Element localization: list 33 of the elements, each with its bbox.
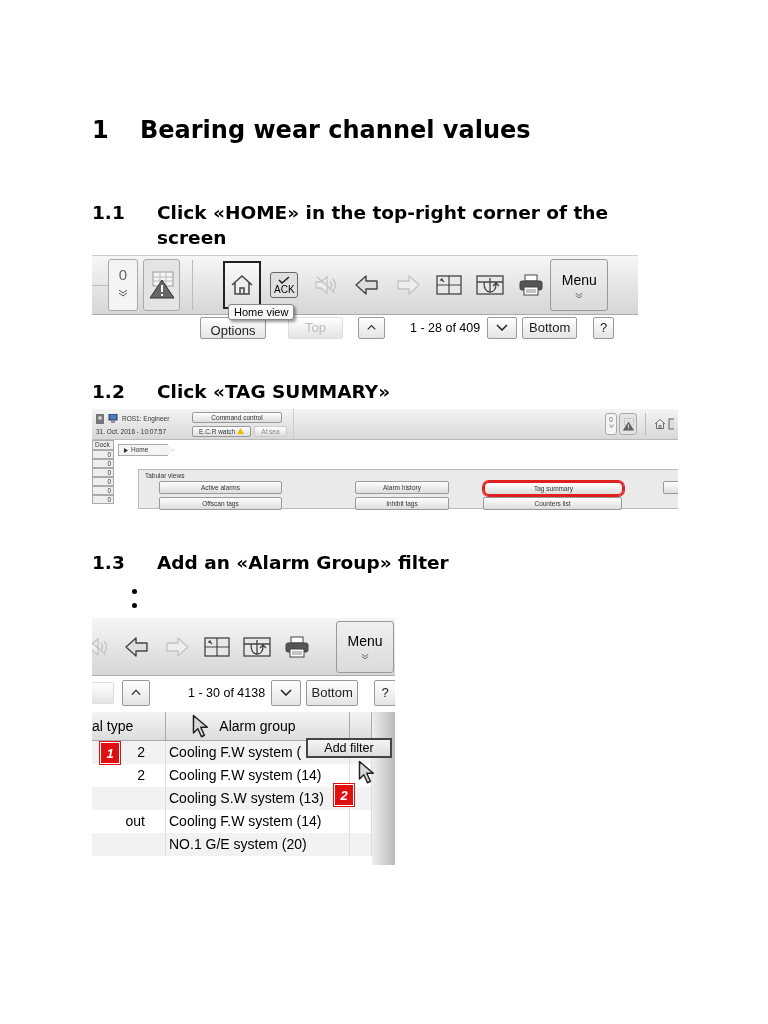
options-dropdown[interactable]: Options bbox=[200, 316, 266, 339]
page-range: 1 - 28 of 409 bbox=[410, 320, 481, 335]
table-cell: Cooling S.W system (13) bbox=[169, 790, 324, 806]
menu-button[interactable]: Menu bbox=[336, 620, 394, 673]
table-cell: 2 bbox=[137, 767, 145, 783]
help-button[interactable]: ? bbox=[374, 679, 395, 706]
ack-button[interactable]: ACK bbox=[270, 272, 299, 298]
menu-button[interactable]: Menu bbox=[550, 259, 609, 311]
step-marker: 1 bbox=[100, 742, 120, 764]
table-cell: Cooling F.W system (14) bbox=[169, 813, 322, 829]
table-cell: 2 bbox=[137, 744, 145, 760]
table-cell: out bbox=[125, 813, 145, 829]
table-row[interactable]: NO.1 G/E system (20) bbox=[92, 833, 372, 856]
section-number: 1.2 bbox=[92, 380, 126, 404]
column-header[interactable]: al type bbox=[92, 712, 166, 740]
context-menu-item[interactable]: Add filter bbox=[306, 738, 392, 758]
section-heading: Click «HOME» in the top-right corner of the screen bbox=[157, 201, 609, 250]
section-number: 1.1 bbox=[92, 201, 126, 225]
heading-number: 1 bbox=[92, 115, 110, 146]
section-number: 1.3 bbox=[92, 551, 126, 575]
section-heading: Add an «Alarm Group» filter bbox=[157, 551, 450, 575]
table-cell: Cooling F.W system (14) bbox=[169, 767, 322, 783]
help-button[interactable]: ? bbox=[593, 316, 615, 339]
tooltip: Home view bbox=[228, 304, 295, 320]
section-heading: Click «TAG SUMMARY» bbox=[157, 380, 392, 404]
bottom-button[interactable]: Bottom bbox=[306, 679, 359, 706]
table-cell: Cooling F.W system ( bbox=[169, 744, 302, 760]
table-cell: NO.1 G/E system (20) bbox=[169, 836, 307, 852]
page-range: 1 - 30 of 4138 bbox=[188, 685, 266, 700]
step-marker: 2 bbox=[334, 784, 354, 806]
alarm-counter[interactable]: 0 bbox=[108, 259, 138, 311]
page-heading: Bearing wear channel values bbox=[140, 115, 531, 146]
bottom-button[interactable]: Bottom bbox=[522, 316, 578, 339]
